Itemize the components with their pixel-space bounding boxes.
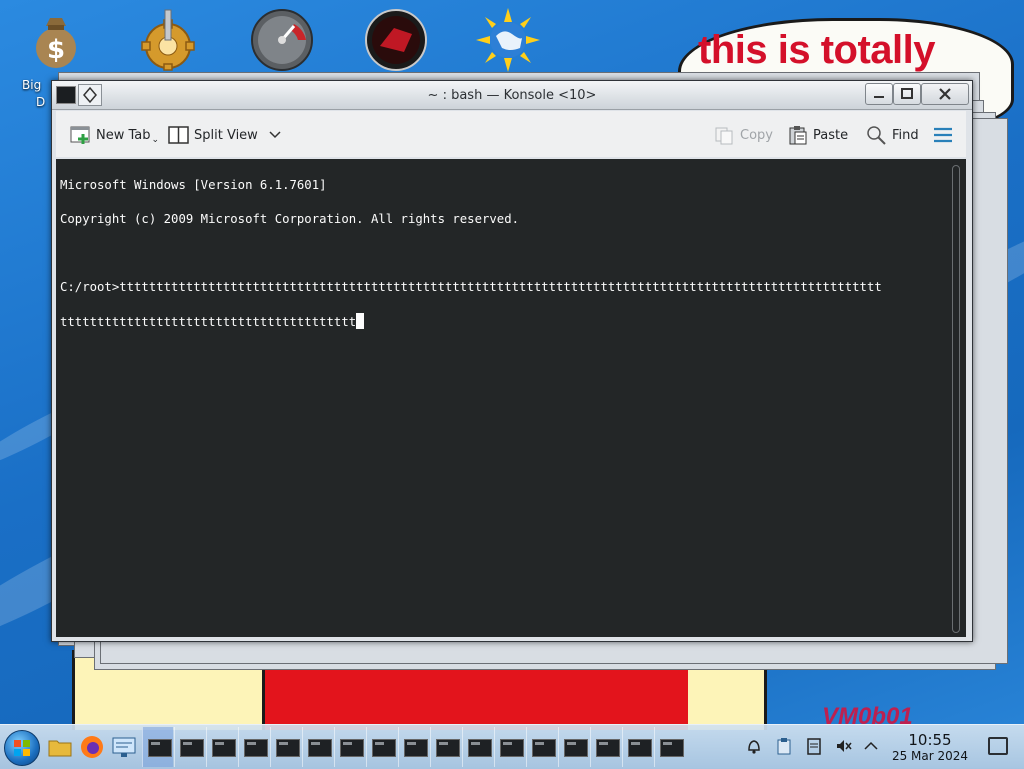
paste-icon	[789, 126, 807, 145]
clock-time: 10:55	[908, 731, 952, 749]
find-label: Find	[892, 127, 919, 143]
taskbar-window-button[interactable]	[430, 727, 461, 767]
minimize-button[interactable]	[865, 83, 893, 105]
konsole-thumbnail-icon	[436, 739, 460, 757]
konsole-thumbnail-icon	[596, 739, 620, 757]
comic-figure-body	[262, 664, 696, 730]
desktop-icon-label: Big	[22, 78, 42, 92]
maximize-icon	[901, 88, 913, 99]
close-button[interactable]	[921, 83, 969, 105]
taskbar-window-button[interactable]	[142, 727, 173, 767]
taskbar-window-button[interactable]	[590, 727, 621, 767]
gear-icon[interactable]	[136, 8, 200, 72]
taskbar-window-button[interactable]	[654, 727, 685, 767]
start-button[interactable]	[4, 730, 40, 766]
svg-text:$: $	[47, 35, 65, 65]
split-view-label: Split View	[194, 127, 258, 143]
volume-muted-icon[interactable]	[835, 737, 853, 755]
terminal-area[interactable]: Microsoft Windows [Version 6.1.7601] Cop…	[56, 159, 966, 637]
notification-bell-icon[interactable]	[745, 737, 763, 755]
split-view-icon	[168, 126, 189, 144]
konsole-thumbnail-icon	[660, 739, 684, 757]
konsole-window[interactable]: ~ : bash — Konsole <10> New Tab ⌄ Split …	[51, 80, 973, 642]
maximize-button[interactable]	[893, 83, 921, 105]
konsole-thumbnail-icon	[564, 739, 588, 757]
clock-date: 25 Mar 2024	[891, 749, 969, 763]
konsole-thumbnail-icon	[500, 739, 524, 757]
copy-button[interactable]: Copy	[714, 123, 773, 147]
window-titlebar[interactable]: ~ : bash — Konsole <10>	[52, 81, 972, 110]
split-view-button[interactable]: Split View	[168, 123, 282, 147]
taskbar-window-button[interactable]	[302, 727, 333, 767]
window-title: ~ : bash — Konsole <10>	[427, 88, 597, 103]
paste-button[interactable]: Paste	[787, 123, 848, 147]
comic-banner-text: this is totally	[698, 28, 936, 72]
konsole-thumbnail-icon	[532, 739, 556, 757]
taskbar-window-button[interactable]	[398, 727, 429, 767]
konsole-toolbar: New Tab ⌄ Split View Copy Paste Find	[56, 111, 966, 157]
konsole-thumbnail-icon	[628, 739, 652, 757]
speedometer-icon[interactable]	[250, 8, 314, 72]
money-bag-icon[interactable]: $	[24, 8, 88, 72]
taskbar-window-button[interactable]	[526, 727, 557, 767]
window-controls	[865, 83, 969, 105]
konsole-thumbnail-icon	[404, 739, 428, 757]
minimize-icon	[874, 96, 884, 98]
comic-figure-right	[688, 664, 767, 730]
clock[interactable]: 10:55 25 Mar 2024	[888, 731, 972, 764]
konsole-thumbnail-icon	[148, 739, 172, 757]
konsole-thumbnail-icon	[340, 739, 364, 757]
chevron-down-icon: ⌄	[151, 135, 160, 145]
search-icon	[867, 126, 886, 145]
new-tab-label: New Tab	[96, 127, 151, 143]
system-monitor-icon[interactable]	[112, 735, 136, 759]
taskbar-window-button[interactable]	[462, 727, 493, 767]
taskbar-window-button[interactable]	[494, 727, 525, 767]
terminal-input-text: tttttttttttttttttttttttttttttttttttttttt	[60, 315, 357, 329]
konsole-thumbnail-icon	[372, 739, 396, 757]
terminal-line: Copyright (c) 2009 Microsoft Corporation…	[60, 212, 520, 226]
find-button[interactable]: Find	[866, 123, 919, 147]
new-tab-icon	[70, 126, 90, 144]
show-desktop-button[interactable]	[988, 737, 1008, 755]
taskbar-window-button[interactable]	[334, 727, 365, 767]
scrollbar[interactable]	[952, 165, 960, 633]
konsole-thumbnail-icon	[276, 739, 300, 757]
taskbar-window-button[interactable]	[238, 727, 269, 767]
new-tab-button[interactable]: New Tab ⌄	[70, 123, 159, 147]
terminal-line: Microsoft Windows [Version 6.1.7601]	[60, 178, 327, 192]
konsole-thumbnail-icon	[212, 739, 236, 757]
paste-label: Paste	[813, 127, 849, 143]
windows-logo-icon	[14, 740, 30, 756]
terminal-prompt-line: tttttttttttttttttttttttttttttttttttttttt	[60, 313, 950, 331]
folder-icon[interactable]	[48, 735, 72, 759]
taskbar-window-button[interactable]	[366, 727, 397, 767]
desktop-icon-label-2: D	[36, 95, 46, 109]
chevron-down-icon[interactable]	[268, 130, 282, 140]
konsole-thumbnail-icon	[244, 739, 268, 757]
red-emblem-icon[interactable]	[364, 8, 428, 72]
taskbar-window-button[interactable]	[558, 727, 589, 767]
konsole-thumbnail-icon	[308, 739, 332, 757]
konsole-thumbnail-icon	[180, 739, 204, 757]
firefox-icon[interactable]	[80, 735, 104, 759]
close-icon	[939, 88, 951, 100]
terminal-line: C:/root>tttttttttttttttttttttttttttttttt…	[60, 280, 882, 294]
storage-icon[interactable]	[805, 737, 823, 755]
taskbar-window-button[interactable]	[622, 727, 653, 767]
clipboard-icon[interactable]	[775, 737, 793, 755]
taskbar-window-button[interactable]	[174, 727, 205, 767]
taskbar-window-button[interactable]	[270, 727, 301, 767]
taskbar: 10:55 25 Mar 2024	[0, 724, 1024, 769]
chevron-up-icon[interactable]	[862, 737, 880, 755]
taskbar-window-button[interactable]	[206, 727, 237, 767]
copy-label: Copy	[740, 127, 773, 143]
konsole-thumbnail-icon	[468, 739, 492, 757]
terminal-output: Microsoft Windows [Version 6.1.7601] Cop…	[60, 160, 950, 365]
copy-icon	[715, 127, 733, 145]
text-cursor	[356, 313, 365, 329]
sun-globe-icon[interactable]	[476, 8, 540, 72]
hamburger-menu-icon[interactable]	[932, 125, 954, 145]
